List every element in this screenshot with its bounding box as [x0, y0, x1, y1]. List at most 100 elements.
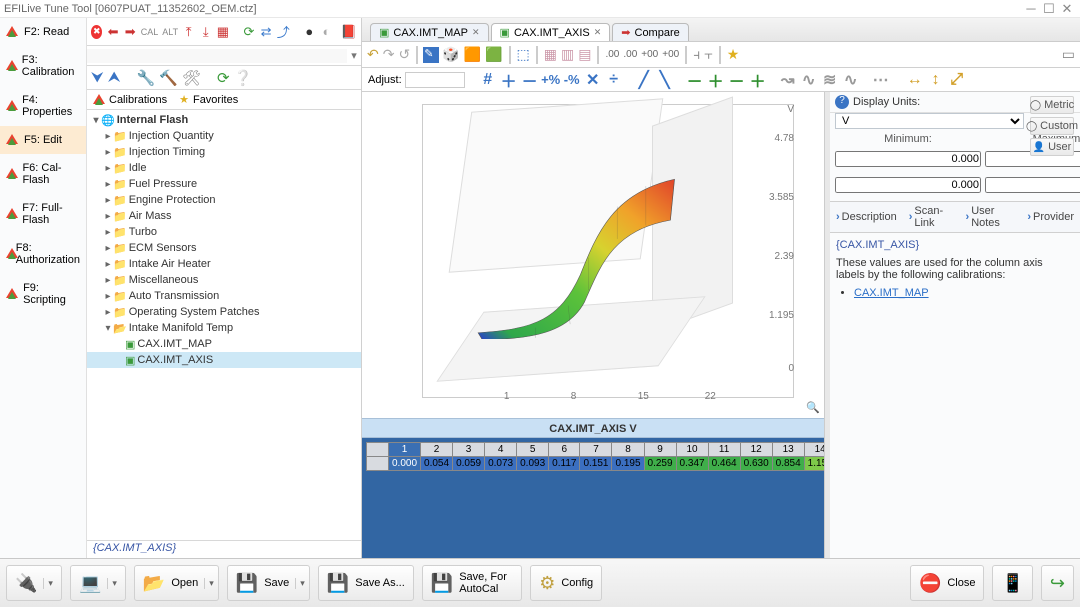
window-close[interactable]: ✕ — [1058, 2, 1076, 15]
data-table-scroll[interactable]: 12345678910111213141516171819202122230.0… — [362, 438, 824, 558]
book-icon[interactable]: 📕 — [341, 24, 357, 40]
star-icon[interactable]: ★ — [726, 46, 741, 63]
config-button[interactable]: ⚙Config — [530, 565, 602, 601]
op-inc-small[interactable]: － — [686, 71, 704, 89]
tab-scan-link[interactable]: ›Scan-Link — [903, 202, 960, 232]
op-div[interactable]: ÷ — [605, 71, 623, 89]
doc-tab[interactable]: ➡Compare — [612, 23, 688, 41]
align-icon-1[interactable]: ⫞ — [692, 46, 701, 63]
tree-node[interactable]: ▸📁Injection Quantity — [87, 128, 361, 144]
exit-button[interactable]: ↪ — [1041, 565, 1074, 601]
prec-inc-icon[interactable]: +00 — [661, 49, 680, 60]
magnifier-icon[interactable]: 🔍 — [806, 401, 820, 414]
save-button[interactable]: 💾Save▾ — [227, 565, 310, 601]
help-icon[interactable]: ❔ — [234, 69, 253, 87]
nav-f4[interactable]: F4: Properties — [0, 86, 86, 126]
op-slope-up[interactable]: ╱ — [635, 71, 653, 89]
cube-icon-1[interactable]: 🎲 — [441, 46, 460, 63]
nav-f5[interactable]: F5: Edit — [0, 126, 86, 154]
user-button[interactable]: 👤 User — [1030, 138, 1074, 156]
calibration-tree[interactable]: ▾🌐Internal Flash▸📁Injection Quantity▸📁In… — [87, 110, 361, 540]
nav-f2[interactable]: F2: Read — [0, 18, 86, 46]
send-icon[interactable]: ⤴ — [277, 24, 290, 40]
align-icon-2[interactable]: ⫟ — [703, 46, 713, 63]
tab-provider[interactable]: ›Provider — [1021, 202, 1080, 232]
nav-f6[interactable]: F6: Cal-Flash — [0, 154, 86, 194]
device-button-1[interactable]: 🔌▾ — [6, 565, 62, 601]
tree-node[interactable]: ▸📁Operating System Patches — [87, 304, 361, 320]
tab-user-notes[interactable]: ›User Notes — [960, 202, 1022, 232]
tree-node[interactable]: ▸📁Injection Timing — [87, 144, 361, 160]
close-button[interactable]: ⛔Close — [910, 565, 985, 601]
left-arrow-icon[interactable]: ⬅ — [106, 24, 119, 40]
import-icon-2[interactable]: ⤓ — [199, 24, 212, 40]
tool-icon-2[interactable]: 🔨 — [159, 69, 178, 87]
nav-f3[interactable]: F3: Calibration — [0, 46, 86, 86]
cube-icon-2[interactable]: 🟧 — [463, 46, 482, 63]
tab-description[interactable]: ›Description — [830, 202, 903, 232]
hard-min-input[interactable] — [835, 177, 981, 193]
tree-node[interactable]: ▸📁Turbo — [87, 224, 361, 240]
tree-node[interactable]: ▸📁Intake Air Heater — [87, 256, 361, 272]
edit-icon[interactable]: ✎ — [423, 47, 439, 63]
cube-icon-3[interactable]: 🟩 — [484, 46, 503, 63]
nav-f7[interactable]: F7: Full-Flash — [0, 194, 86, 234]
nav-f9[interactable]: F9: Scripting — [0, 274, 86, 314]
adjust-input[interactable] — [405, 72, 465, 88]
swap-icon[interactable]: ⇄ — [260, 24, 273, 40]
prec-dec-icon[interactable]: +00 — [640, 49, 659, 60]
table-icon-3[interactable]: ▤ — [577, 46, 592, 63]
op-dec-big[interactable]: ＋ — [749, 71, 767, 89]
window-minimize[interactable]: ─ — [1022, 2, 1040, 15]
collapse-all-icon[interactable]: ⮝ — [108, 69, 121, 86]
tab-favorites[interactable]: ★Favorites — [179, 93, 238, 106]
device-icon-button[interactable]: 📱 — [992, 565, 1032, 601]
redo-icon[interactable]: ↷ — [382, 46, 396, 63]
close-file-icon[interactable]: ✖ — [91, 25, 102, 39]
doc-tab[interactable]: ▣CAX.IMT_AXIS✕ — [491, 23, 611, 41]
right-arrow-icon[interactable]: ➡ — [124, 24, 137, 40]
undo-icon[interactable]: ↶ — [366, 46, 380, 63]
history-icon[interactable]: ↺ — [397, 46, 411, 63]
sync-icon[interactable]: ⟳ — [217, 69, 230, 87]
op-smooth-4[interactable]: ∿ — [842, 71, 860, 89]
soft-min-input[interactable] — [835, 151, 981, 167]
tool-icon-3[interactable]: 🛠 — [182, 69, 201, 87]
tool-icon-1[interactable]: 🔧 — [137, 69, 156, 87]
op-fit-v[interactable]: ↕ — [927, 71, 945, 89]
display-units-select[interactable]: V — [835, 113, 1024, 129]
desc-link-caximtmap[interactable]: CAX.IMT_MAP — [854, 287, 929, 299]
tree-node[interactable]: ▸📁Air Mass — [87, 208, 361, 224]
tree-node[interactable]: ▸📁Fuel Pressure — [87, 176, 361, 192]
tree-node[interactable]: ▾📂Intake Manifold Temp — [87, 320, 361, 336]
table-icon-1[interactable]: ▦ — [543, 46, 558, 63]
op-dec-small[interactable]: － — [728, 71, 746, 89]
op-slope-dn[interactable]: ╲ — [656, 71, 674, 89]
grid-icon[interactable]: ▦ — [216, 24, 229, 40]
op-smooth-2[interactable]: ∿ — [800, 71, 818, 89]
chart-3d-surface[interactable]: V 4.78 3.585 2.39 1.195 0 1 8 15 22 🔍 — [362, 92, 824, 418]
search-input[interactable] — [87, 49, 347, 63]
dim-icon[interactable]: ◐ — [320, 24, 333, 40]
tree-node[interactable]: ▸📁Miscellaneous — [87, 272, 361, 288]
op-plus[interactable]: ＋ — [500, 71, 518, 89]
tree-node[interactable]: ▸📁Engine Protection — [87, 192, 361, 208]
tree-node[interactable]: ▸📁Auto Transmission — [87, 288, 361, 304]
panel-toggle-icon[interactable]: ▭ — [1061, 46, 1076, 63]
tree-node[interactable]: ▸📁ECM Sensors — [87, 240, 361, 256]
open-button[interactable]: 📂Open▾ — [134, 565, 219, 601]
refresh-icon[interactable]: ⟳ — [242, 24, 255, 40]
op-smooth-1[interactable]: ↝ — [779, 71, 797, 89]
tree-node[interactable]: ▣CAX.IMT_AXIS — [87, 352, 361, 368]
data-table[interactable]: 12345678910111213141516171819202122230.0… — [366, 442, 824, 471]
save-as-button[interactable]: 💾Save As... — [318, 565, 414, 601]
window-maximize[interactable]: ☐ — [1040, 2, 1058, 15]
op-dots[interactable]: ⋯ — [872, 71, 890, 89]
op-minus[interactable]: － — [521, 71, 539, 89]
expand-all-icon[interactable]: ⮟ — [91, 69, 104, 86]
table-icon-2[interactable]: ▥ — [560, 46, 575, 63]
tree-node[interactable]: ▸📁Idle — [87, 160, 361, 176]
op-pct-up[interactable]: +% — [542, 71, 560, 89]
op-fit-h[interactable]: ↔ — [906, 71, 924, 89]
custom-button[interactable]: ◯ Custom — [1030, 117, 1074, 135]
